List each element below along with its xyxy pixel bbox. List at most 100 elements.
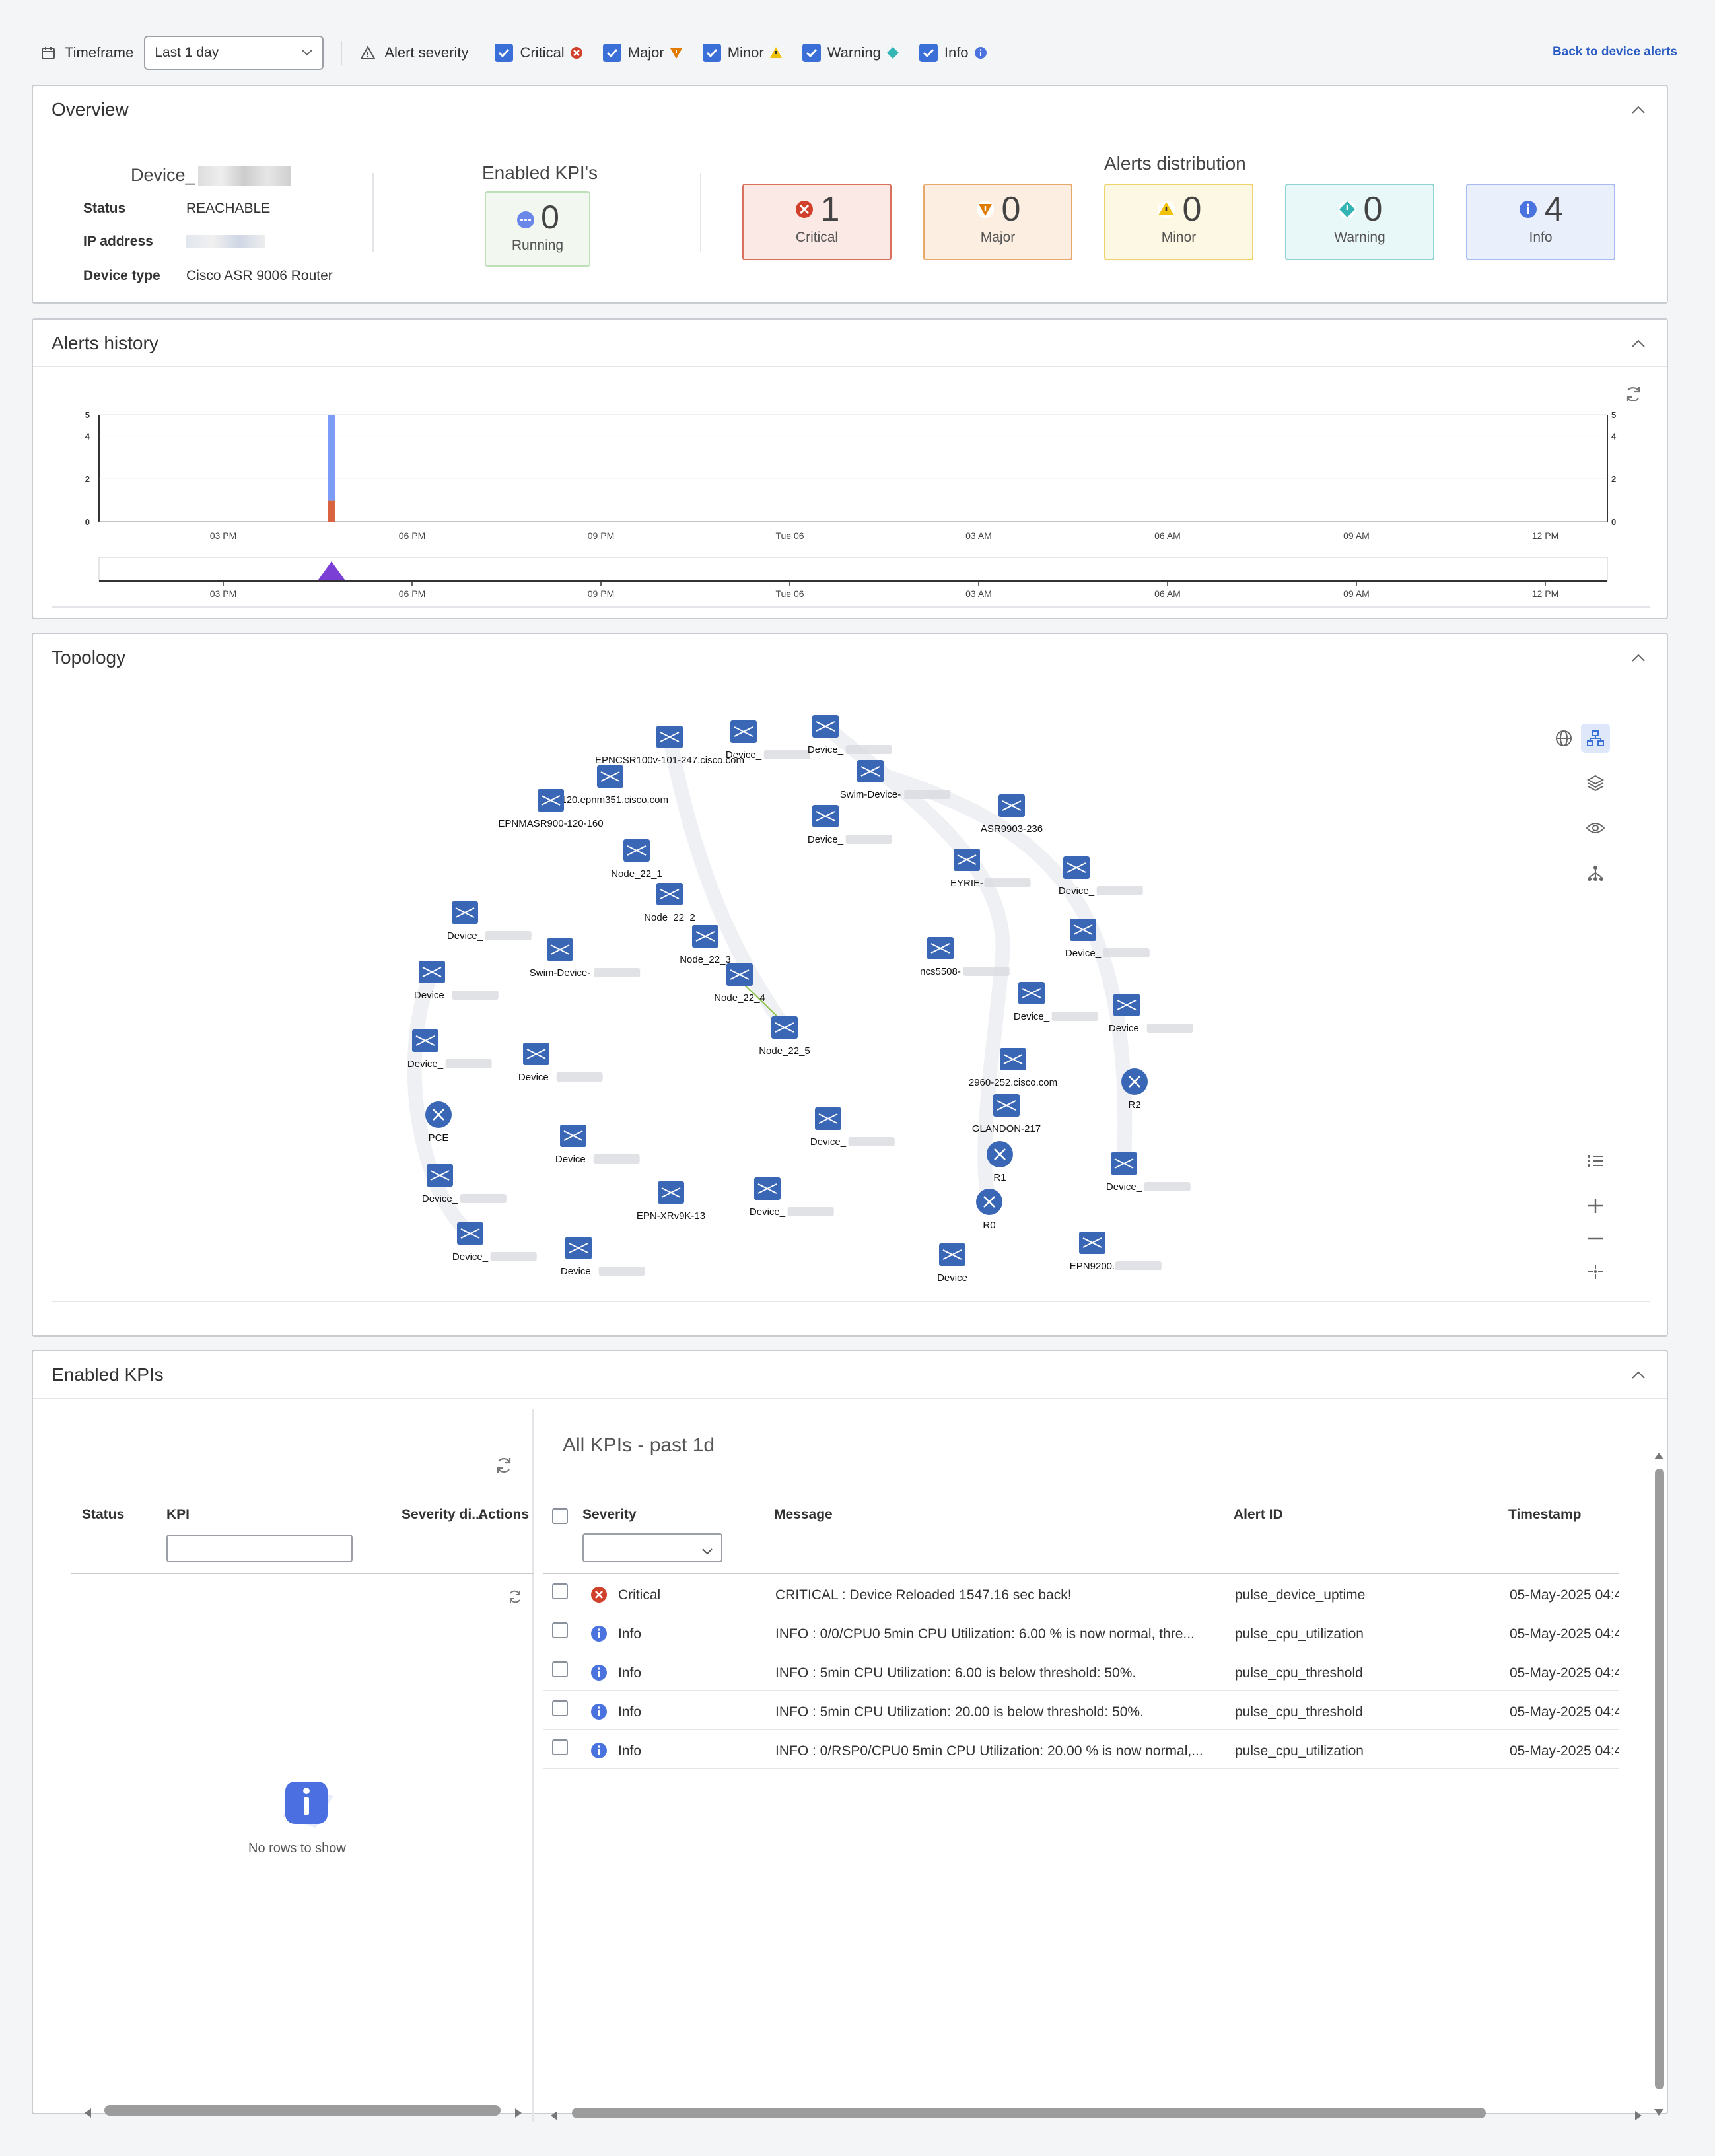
topology-node[interactable]: Device_ bbox=[518, 1043, 603, 1083]
filter-minor-checkbox[interactable]: Minor bbox=[702, 44, 783, 62]
topology-node[interactable]: R0 bbox=[976, 1189, 1002, 1231]
scroll-left-arrow-icon[interactable] bbox=[83, 2105, 92, 2122]
topology-node-label: GLANDON-217 bbox=[972, 1123, 1041, 1134]
alerts-distribution-heading: Alerts distribution bbox=[1104, 153, 1246, 174]
col-actions[interactable]: Actions bbox=[478, 1507, 529, 1523]
col-severity[interactable]: Severity bbox=[582, 1507, 637, 1523]
topology-node[interactable]: Swim-Device- bbox=[530, 938, 641, 979]
zoom-in-icon[interactable] bbox=[1581, 1191, 1610, 1220]
topology-node[interactable]: Device_ bbox=[808, 715, 892, 755]
chevron-up-icon[interactable] bbox=[1628, 100, 1648, 120]
topology-node[interactable]: Device_ bbox=[1059, 856, 1143, 897]
topology-node[interactable]: Device_ bbox=[555, 1125, 640, 1165]
table-row[interactable]: Info INFO : 5min CPU Utilization: 20.00 … bbox=[543, 1691, 1619, 1730]
topology-node[interactable]: Device_ bbox=[561, 1237, 645, 1277]
row-checkbox[interactable] bbox=[552, 1583, 568, 1599]
col-message[interactable]: Message bbox=[774, 1507, 833, 1523]
scroll-right-arrow-icon[interactable] bbox=[1634, 2108, 1643, 2125]
table-row[interactable]: Critical CRITICAL : Device Reloaded 1547… bbox=[543, 1574, 1619, 1613]
topology-node-label: EPNMASR900-120-160 bbox=[498, 818, 603, 829]
topology-node[interactable]: Device_ bbox=[407, 1029, 492, 1070]
scroll-down-arrow-icon[interactable] bbox=[1654, 2104, 1664, 2121]
dist-info-card[interactable]: 4 Info bbox=[1466, 184, 1615, 260]
scroll-up-arrow-icon[interactable] bbox=[1654, 1447, 1664, 1465]
filter-info-checkbox[interactable]: Info bbox=[919, 44, 987, 62]
hierarchy-layout-icon[interactable] bbox=[1581, 724, 1610, 753]
table-row[interactable]: Info INFO : 0/0/CPU0 5min CPU Utilizatio… bbox=[543, 1613, 1619, 1652]
topology-node[interactable]: Device_ bbox=[1106, 1152, 1191, 1193]
dist-major-card[interactable]: 0 Major bbox=[923, 184, 1072, 260]
topology-node[interactable]: EPN-XRv9K-13 bbox=[637, 1181, 705, 1222]
left-horizontal-scrollbar[interactable] bbox=[104, 2105, 501, 2116]
chevron-up-icon[interactable] bbox=[1628, 1365, 1648, 1385]
topology-node[interactable]: EPNCSR100v-101-247.cisco.com bbox=[595, 726, 744, 766]
chevron-down-icon bbox=[701, 1543, 713, 1560]
kpi-filter-input[interactable] bbox=[166, 1535, 353, 1562]
topology-node[interactable]: Device_ bbox=[447, 901, 532, 942]
row-severity: Info bbox=[618, 1665, 642, 1681]
topology-node[interactable]: Device_ bbox=[414, 961, 499, 1001]
topology-node[interactable]: Device_ bbox=[452, 1222, 537, 1263]
layers-icon[interactable] bbox=[1581, 769, 1610, 798]
col-severity-distribution[interactable]: Severity di... bbox=[402, 1507, 483, 1523]
tree-icon[interactable] bbox=[1581, 858, 1610, 887]
zoom-out-icon[interactable] bbox=[1581, 1224, 1610, 1253]
refresh-icon[interactable] bbox=[494, 1455, 514, 1479]
row-checkbox[interactable] bbox=[552, 1622, 568, 1638]
dist-warning-card[interactable]: 0 Warning bbox=[1285, 184, 1434, 260]
row-checkbox[interactable] bbox=[552, 1700, 568, 1716]
dist-critical-card[interactable]: 1 Critical bbox=[742, 184, 892, 260]
topology-node-label: Device_ bbox=[518, 1072, 555, 1083]
row-message: INFO : 5min CPU Utilization: 20.00 is be… bbox=[775, 1704, 1144, 1720]
eye-icon[interactable] bbox=[1581, 814, 1610, 843]
col-kpi[interactable]: KPI bbox=[166, 1507, 190, 1523]
history-chart-svg: 0 0 2 2 4 4 5 5 03 PM 03 PM 06 PM 06 PM 09 PM 09 PM Tu… bbox=[85, 410, 1617, 599]
topology-node-label: R0 bbox=[983, 1220, 995, 1231]
topology-node[interactable]: 2960-252.cisco.com bbox=[969, 1048, 1057, 1088]
globe-icon[interactable] bbox=[1549, 724, 1578, 753]
fit-view-icon[interactable] bbox=[1581, 1257, 1610, 1286]
col-alert-id[interactable]: Alert ID bbox=[1234, 1507, 1283, 1523]
topology-node[interactable]: Device_ bbox=[422, 1164, 507, 1204]
table-row[interactable]: Info INFO : 5min CPU Utilization: 6.00 i… bbox=[543, 1652, 1619, 1691]
col-timestamp[interactable]: Timestamp bbox=[1508, 1507, 1582, 1523]
topology-node[interactable]: Device bbox=[937, 1243, 967, 1284]
scroll-right-arrow-icon[interactable] bbox=[514, 2105, 523, 2122]
col-status[interactable]: Status bbox=[82, 1507, 124, 1523]
reset-icon[interactable] bbox=[507, 1589, 523, 1609]
right-horizontal-scrollbar[interactable] bbox=[572, 2108, 1486, 2118]
topology-node[interactable]: 0-120.epnm351.cisco.com bbox=[552, 765, 668, 806]
y-tick-label-right: 4 bbox=[1611, 431, 1617, 441]
topology-node[interactable]: EPN9200. bbox=[1070, 1232, 1162, 1272]
severity-filter-select[interactable] bbox=[582, 1533, 722, 1562]
vertical-scrollbar[interactable] bbox=[1655, 1469, 1664, 2089]
topology-node[interactable]: Device_ bbox=[750, 1177, 834, 1218]
chevron-up-icon[interactable] bbox=[1628, 333, 1648, 353]
topology-node[interactable]: Device_ bbox=[1014, 982, 1098, 1022]
filter-major-checkbox[interactable]: Major bbox=[602, 44, 683, 62]
row-checkbox[interactable] bbox=[552, 1739, 568, 1755]
topology-node[interactable]: Node_22_2 bbox=[644, 883, 695, 923]
dist-minor-card[interactable]: 0 Minor bbox=[1104, 184, 1253, 260]
topology-node[interactable]: Device_ bbox=[810, 1107, 895, 1148]
topology-node[interactable]: EYRIE- bbox=[950, 849, 1031, 889]
scroll-left-arrow-icon[interactable] bbox=[549, 2108, 559, 2125]
topology-node[interactable]: PCE bbox=[425, 1101, 452, 1144]
list-icon[interactable] bbox=[1581, 1146, 1610, 1175]
topology-canvas[interactable]: EPNCSR100v-101-247.cisco.com Device_ Devic… bbox=[52, 692, 1650, 1302]
topology-node[interactable]: Device_ bbox=[808, 805, 892, 845]
topology-node[interactable]: Node_22_1 bbox=[611, 839, 662, 880]
topology-node[interactable]: Device_ bbox=[1109, 994, 1193, 1034]
filter-critical-checkbox[interactable]: Critical bbox=[495, 44, 582, 62]
critical-icon bbox=[590, 1586, 608, 1607]
timeframe-select[interactable]: Last 1 day bbox=[144, 36, 324, 70]
topology-node[interactable]: Device_ bbox=[726, 720, 810, 761]
row-checkbox[interactable] bbox=[552, 1661, 568, 1677]
chevron-up-icon[interactable] bbox=[1628, 648, 1648, 668]
topology-node[interactable]: Device_ bbox=[1065, 919, 1150, 959]
select-all-checkbox[interactable] bbox=[552, 1508, 568, 1524]
filter-warning-checkbox[interactable]: Warning bbox=[802, 44, 899, 62]
table-row[interactable]: Info INFO : 0/RSP0/CPU0 5min CPU Utiliza… bbox=[543, 1730, 1619, 1769]
back-to-device-alerts-link[interactable]: Back to device alerts bbox=[1553, 45, 1677, 59]
topology-node[interactable]: Node_22_5 bbox=[759, 1016, 810, 1057]
